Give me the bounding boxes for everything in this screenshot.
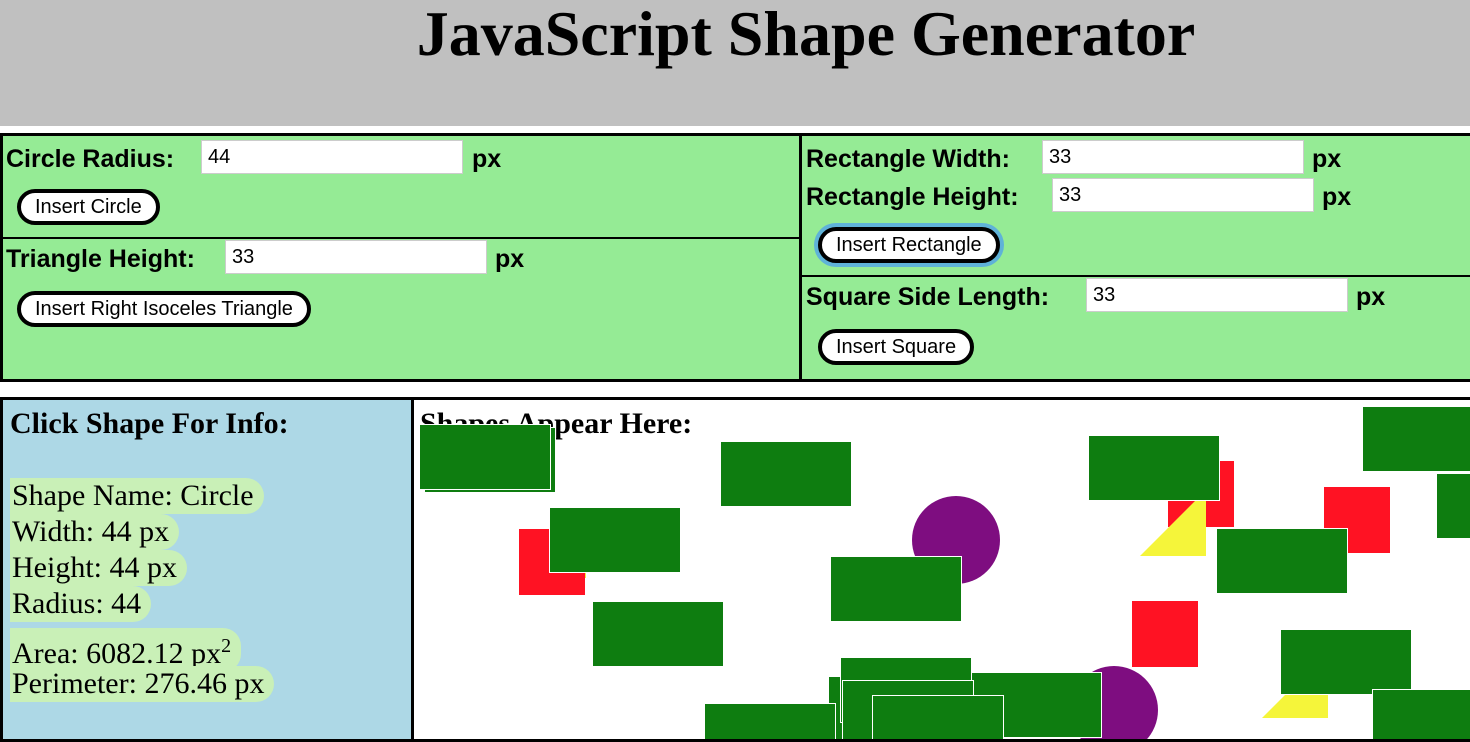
circle-radius-label: Circle Radius: xyxy=(6,145,175,173)
rectangle-shape[interactable] xyxy=(720,441,852,507)
triangle-height-unit: px xyxy=(495,245,525,273)
rectangle-shape[interactable] xyxy=(1280,629,1412,695)
right-panel-divider xyxy=(802,275,1470,277)
shape-canvas[interactable]: Shapes Appear Here: xyxy=(411,397,1470,742)
rectangle-square-controls: Rectangle Width: 33 px Rectangle Height:… xyxy=(799,133,1470,382)
info-perimeter: Perimeter: 276.46 px xyxy=(10,666,275,702)
info-shape-name: Shape Name: Circle xyxy=(10,478,264,514)
rectangle-shape[interactable] xyxy=(1372,689,1470,739)
rectangle-height-input[interactable]: 33 xyxy=(1052,178,1314,212)
info-title: Click Shape For Info: xyxy=(10,407,289,440)
rectangle-shape[interactable] xyxy=(549,507,681,573)
rectangle-shape[interactable] xyxy=(830,556,962,622)
square-side-unit: px xyxy=(1356,283,1386,311)
page-header: JavaScript Shape Generator xyxy=(0,0,1470,126)
circle-triangle-controls: Circle Radius: 44 px Insert Circle Trian… xyxy=(0,133,803,382)
rectangle-shape[interactable] xyxy=(1436,473,1470,539)
rectangle-shape[interactable] xyxy=(872,695,1004,739)
rectangle-shape[interactable] xyxy=(1088,435,1220,501)
triangle-height-input[interactable]: 33 xyxy=(225,240,487,274)
rectangle-height-unit: px xyxy=(1322,183,1352,211)
left-panel-divider xyxy=(3,237,800,239)
rectangle-shape[interactable] xyxy=(1362,406,1470,472)
rectangle-width-input[interactable]: 33 xyxy=(1042,140,1304,174)
shape-info-panel: Click Shape For Info: Shape Name: Circle… xyxy=(0,397,414,742)
insert-rectangle-button[interactable]: Insert Rectangle xyxy=(818,227,1000,263)
info-height: Height: 44 px xyxy=(10,550,187,586)
rectangle-width-unit: px xyxy=(1312,145,1342,173)
info-radius: Radius: 44 xyxy=(10,586,152,622)
page-title: JavaScript Shape Generator xyxy=(416,0,1196,69)
info-area-exponent: 2 xyxy=(221,635,232,657)
square-side-label: Square Side Length: xyxy=(806,283,1050,311)
rectangle-shape[interactable] xyxy=(1216,528,1348,594)
square-side-input[interactable]: 33 xyxy=(1086,278,1348,312)
rectangle-width-label: Rectangle Width: xyxy=(806,145,1010,173)
info-width: Width: 44 px xyxy=(10,514,180,550)
square-shape[interactable] xyxy=(1132,601,1198,667)
triangle-height-label: Triangle Height: xyxy=(6,245,195,273)
circle-radius-input[interactable]: 44 xyxy=(201,140,463,174)
rectangle-height-label: Rectangle Height: xyxy=(806,183,1019,211)
insert-circle-button[interactable]: Insert Circle xyxy=(17,189,160,225)
rectangle-shape[interactable] xyxy=(592,601,724,667)
insert-triangle-button[interactable]: Insert Right Isoceles Triangle xyxy=(17,291,311,327)
insert-square-button[interactable]: Insert Square xyxy=(818,329,975,365)
rectangle-shape[interactable] xyxy=(704,703,836,739)
rectangle-shape[interactable] xyxy=(419,424,551,490)
circle-radius-unit: px xyxy=(472,145,502,173)
